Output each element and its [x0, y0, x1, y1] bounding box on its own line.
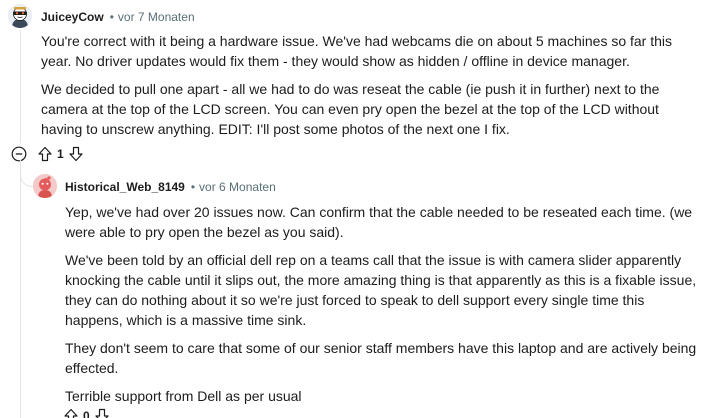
upvote-button[interactable] — [63, 408, 79, 418]
meta-separator: • — [109, 10, 114, 24]
comment-paragraph: We decided to pull one apart - all we ha… — [41, 81, 660, 137]
thread-line[interactable] — [20, 160, 21, 418]
comment-meta: JuiceyCow • vor 7 Monaten — [41, 9, 195, 25]
comment-meta: Historical_Web_8149 • vor 6 Monaten — [65, 179, 276, 195]
upvote-arrow-icon — [38, 146, 52, 162]
snoo-avatar-icon — [8, 4, 32, 28]
comment-thread: JuiceyCow • vor 7 Monaten You're correct… — [0, 0, 703, 418]
comment-paragraph: We've been told by an official dell rep … — [65, 252, 697, 328]
comment-timestamp[interactable]: vor 7 Monaten — [118, 10, 195, 24]
thread-line[interactable] — [20, 30, 21, 143]
snoo-avatar-icon — [33, 174, 57, 198]
downvote-arrow-icon — [69, 146, 83, 162]
upvote-arrow-icon — [64, 408, 78, 418]
thread-connector — [20, 160, 33, 187]
comment-action-bar: 0 — [63, 408, 110, 418]
upvote-button[interactable] — [37, 146, 53, 162]
vote-score: 0 — [83, 409, 90, 418]
avatar[interactable] — [33, 174, 57, 198]
comment-timestamp[interactable]: vor 6 Monaten — [199, 180, 276, 194]
comment-author[interactable]: Historical_Web_8149 — [65, 180, 185, 194]
avatar[interactable] — [8, 4, 32, 28]
comment-paragraph: Yep, we've had over 20 issues now. Can c… — [65, 204, 693, 240]
vote-control: 0 — [63, 408, 110, 418]
comment-paragraph: They don't seem to care that some of our… — [65, 340, 697, 376]
downvote-button[interactable] — [94, 408, 110, 418]
vote-score: 1 — [57, 147, 64, 161]
comment-body: Yep, we've had over 20 issues now. Can c… — [65, 202, 701, 414]
downvote-button[interactable] — [68, 146, 84, 162]
comment-paragraph: You're correct with it being a hardware … — [41, 33, 673, 69]
comment-body: You're correct with it being a hardware … — [41, 31, 701, 147]
vote-control: 1 — [37, 146, 84, 162]
meta-separator: • — [190, 180, 196, 194]
comment-author[interactable]: JuiceyCow — [41, 10, 104, 24]
comment-paragraph: Terrible support from Dell as per usual — [65, 388, 302, 404]
downvote-arrow-icon — [95, 408, 109, 418]
